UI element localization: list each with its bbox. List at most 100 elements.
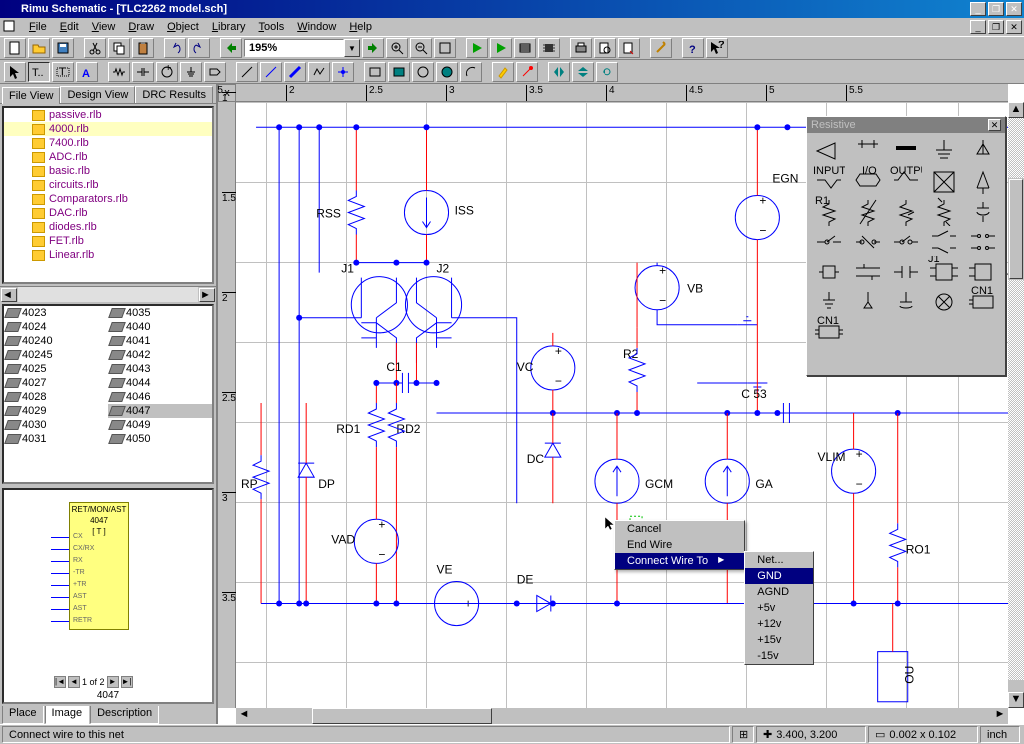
redo-button[interactable]	[188, 38, 210, 58]
tab-file-view[interactable]: File View	[2, 87, 60, 104]
zoom-next-button[interactable]	[362, 38, 384, 58]
schematic-canvas[interactable]: x 1.522.533.544.555.5 11.522.533.5 ISS R…	[218, 84, 1024, 724]
palette-symbol[interactable]	[926, 167, 962, 195]
rotate-button[interactable]	[596, 62, 618, 82]
ctx-sub-item[interactable]: +5v	[745, 600, 813, 616]
ctx-end-wire[interactable]: End Wire	[615, 537, 744, 553]
undo-button[interactable]	[164, 38, 186, 58]
line-button[interactable]	[236, 62, 258, 82]
zoom-out-button[interactable]	[410, 38, 432, 58]
palette-symbol[interactable]	[965, 317, 1001, 345]
tree-item[interactable]: circuits.rlb	[4, 178, 212, 192]
part-list[interactable]: 4023402440240402454025402740284029403040…	[2, 304, 214, 484]
scroll-thumb-h[interactable]	[312, 708, 492, 724]
palette-symbol[interactable]	[849, 227, 885, 255]
list-item[interactable]: 4046	[108, 390, 212, 404]
pagesetup-button[interactable]	[618, 38, 640, 58]
palette-symbol[interactable]	[849, 197, 885, 225]
scroll-left-icon[interactable]: ◄	[1, 288, 17, 302]
tree-item[interactable]: DAC.rlb	[4, 206, 212, 220]
tab-drc-results[interactable]: DRC Results	[135, 86, 213, 103]
tree-item[interactable]: Comparators.rlb	[4, 192, 212, 206]
flipv-button[interactable]	[572, 62, 594, 82]
list-item[interactable]: 4041	[108, 334, 212, 348]
tab-place[interactable]: Place	[2, 706, 44, 724]
wizard-button[interactable]	[650, 38, 672, 58]
wire-button[interactable]	[260, 62, 282, 82]
palette-symbol[interactable]: J1	[926, 257, 962, 285]
ctx-connect-wire[interactable]: Connect Wire To▶	[615, 553, 744, 569]
scroll-right-icon[interactable]: ►	[199, 288, 215, 302]
port-button[interactable]	[204, 62, 226, 82]
palette-symbol[interactable]	[965, 137, 1001, 165]
list-item[interactable]: 4023	[4, 306, 108, 320]
palette-symbol[interactable]	[926, 317, 962, 345]
label-button[interactable]: A	[76, 62, 98, 82]
palette-symbol[interactable]	[926, 197, 962, 225]
preview-button[interactable]	[594, 38, 616, 58]
list-item[interactable]: 4031	[4, 432, 108, 446]
tab-design-view[interactable]: Design View	[60, 86, 135, 103]
text-button[interactable]: T..	[28, 62, 50, 82]
tree-item[interactable]: 7400.rlb	[4, 136, 212, 150]
ground-button[interactable]	[180, 62, 202, 82]
tree-item[interactable]: 4000.rlb	[4, 122, 212, 136]
minimize-button[interactable]: _	[970, 2, 986, 16]
mdi-icon[interactable]	[2, 19, 18, 35]
copy-button[interactable]	[108, 38, 130, 58]
palette-symbol[interactable]	[849, 287, 885, 315]
menu-edit[interactable]: Edit	[54, 19, 85, 35]
tree-item[interactable]: Linear.rlb	[4, 248, 212, 262]
maximize-button[interactable]: ❐	[988, 2, 1004, 16]
print-button[interactable]	[570, 38, 592, 58]
list-item[interactable]: 4027	[4, 376, 108, 390]
palette-symbol[interactable]: CN1	[811, 317, 847, 345]
save-button[interactable]	[52, 38, 74, 58]
new-button[interactable]	[4, 38, 26, 58]
scroll-left-icon[interactable]: ◄	[236, 708, 252, 724]
run2-button[interactable]	[490, 38, 512, 58]
palette-symbol[interactable]	[965, 257, 1001, 285]
fliph-button[interactable]	[548, 62, 570, 82]
circle-button[interactable]	[412, 62, 434, 82]
palette-symbol[interactable]: INPUT1	[811, 167, 847, 195]
ctx-sub-item[interactable]: AGND	[745, 584, 813, 600]
arc-button[interactable]	[460, 62, 482, 82]
palette-symbol[interactable]	[888, 227, 924, 255]
palette-symbol[interactable]	[965, 227, 1001, 255]
palette-symbol[interactable]	[888, 197, 924, 225]
palette-symbol[interactable]	[926, 137, 962, 165]
library-tree[interactable]: passive.rlb4000.rlb7400.rlbADC.rlbbasic.…	[2, 106, 214, 284]
run-button[interactable]	[466, 38, 488, 58]
palette-symbol[interactable]	[888, 317, 924, 345]
whatsthis-button[interactable]: ?	[706, 38, 728, 58]
textbox-button[interactable]: T	[52, 62, 74, 82]
ctx-sub-item[interactable]: -15v	[745, 648, 813, 664]
pager-prev-button[interactable]: ◄	[68, 676, 80, 688]
menu-file[interactable]: File	[23, 19, 53, 35]
menu-window[interactable]: Window	[291, 19, 342, 35]
list-item[interactable]: 4025	[4, 362, 108, 376]
tree-item[interactable]: passive.rlb	[4, 108, 212, 122]
menu-object[interactable]: Object	[161, 19, 205, 35]
scroll-right-icon[interactable]: ►	[992, 708, 1008, 724]
bom-button[interactable]	[514, 38, 536, 58]
palette-symbol[interactable]: CN1	[965, 287, 1001, 315]
scroll-thumb-v[interactable]	[1009, 179, 1023, 279]
palette-symbol[interactable]: OUTPUT1	[888, 167, 924, 195]
ctx-sub-item[interactable]: +15v	[745, 632, 813, 648]
pager-next-button[interactable]: ►	[107, 676, 119, 688]
palette-symbol[interactable]	[811, 137, 847, 165]
palette-close-icon[interactable]: ✕	[988, 119, 1001, 131]
ctx-sub-item[interactable]: GND	[745, 568, 813, 584]
canvas-scroll-h[interactable]: ◄ ►	[236, 708, 1008, 724]
palette-symbol[interactable]	[849, 137, 885, 165]
list-item[interactable]: 4040	[108, 320, 212, 334]
ctx-cancel[interactable]: Cancel	[615, 521, 744, 537]
mdi-minimize-button[interactable]: _	[970, 20, 986, 34]
list-item[interactable]: 4030	[4, 418, 108, 432]
resistor-button[interactable]	[108, 62, 130, 82]
palette-symbol[interactable]	[811, 257, 847, 285]
capacitor-button[interactable]	[132, 62, 154, 82]
chip-button[interactable]	[538, 38, 560, 58]
